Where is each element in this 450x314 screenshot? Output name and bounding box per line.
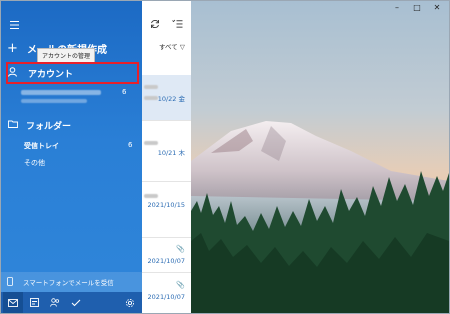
redacted-subject [144, 96, 158, 100]
sync-icon[interactable] [150, 19, 160, 32]
divider [142, 120, 191, 121]
mail-icon[interactable] [3, 292, 23, 313]
app-switcher-bar [1, 292, 142, 313]
message-list-pane: すべて ▽ 10/22 金 10/21 木 2021/10/15 📎 2021/… [142, 1, 191, 313]
message-date: 2021/10/15 [147, 201, 185, 209]
navigation-pane: + メールの新規作成 アカウントの管理 アカウント 6 フォルダー 受信トレイ … [1, 1, 142, 313]
accounts-button[interactable]: アカウント [5, 63, 139, 84]
inbox-unread-count: 6 [128, 141, 133, 149]
redacted-account-name [21, 90, 101, 95]
folders-button[interactable]: フォルダー [8, 119, 71, 132]
redacted-sender [144, 141, 158, 145]
account-item[interactable] [21, 88, 131, 108]
message-date: 10/21 木 [157, 149, 185, 157]
accounts-label: アカウント [28, 70, 74, 80]
divider [142, 181, 191, 182]
settings-gear-icon[interactable] [120, 292, 140, 313]
filter-dropdown[interactable]: すべて ▽ [159, 41, 185, 51]
folder-icon [8, 120, 20, 131]
minimize-icon[interactable]: – [389, 3, 405, 12]
plus-icon: + [7, 41, 18, 56]
phone-mail-link[interactable]: スマートフォンでメールを受信 [1, 272, 142, 292]
paperclip-icon: 📎 [176, 281, 185, 289]
message-date: 10/22 金 [157, 95, 185, 103]
close-icon[interactable]: ✕ [429, 3, 445, 12]
divider [142, 272, 191, 273]
phone-mail-label: スマートフォンでメールを受信 [23, 279, 114, 287]
background-landscape-image: – □ ✕ [191, 1, 449, 313]
paperclip-icon: 📎 [176, 245, 185, 253]
phone-icon [7, 276, 17, 288]
message-date: 2021/10/07 [147, 293, 185, 301]
manage-accounts-tooltip: アカウントの管理 [37, 48, 96, 63]
calendar-icon[interactable] [24, 292, 44, 313]
redacted-account-email [21, 99, 87, 103]
folders-label: フォルダー [26, 122, 72, 132]
redacted-sender [144, 85, 158, 89]
select-mode-icon[interactable] [172, 19, 183, 32]
message-date: 2021/10/07 [147, 257, 185, 265]
account-unread-count: 6 [122, 88, 127, 96]
divider [142, 237, 191, 238]
inbox-folder[interactable]: 受信トレイ [24, 141, 59, 151]
maximize-icon[interactable]: □ [409, 3, 425, 12]
hamburger-icon[interactable] [7, 19, 21, 31]
redacted-sender [144, 194, 158, 198]
mail-app-window: + メールの新規作成 アカウントの管理 アカウント 6 フォルダー 受信トレイ … [0, 0, 450, 314]
todo-icon[interactable] [66, 292, 86, 313]
person-icon [8, 67, 22, 80]
more-folders[interactable]: その他 [24, 158, 45, 168]
list-toolbar [150, 19, 183, 32]
people-icon[interactable] [45, 292, 65, 313]
